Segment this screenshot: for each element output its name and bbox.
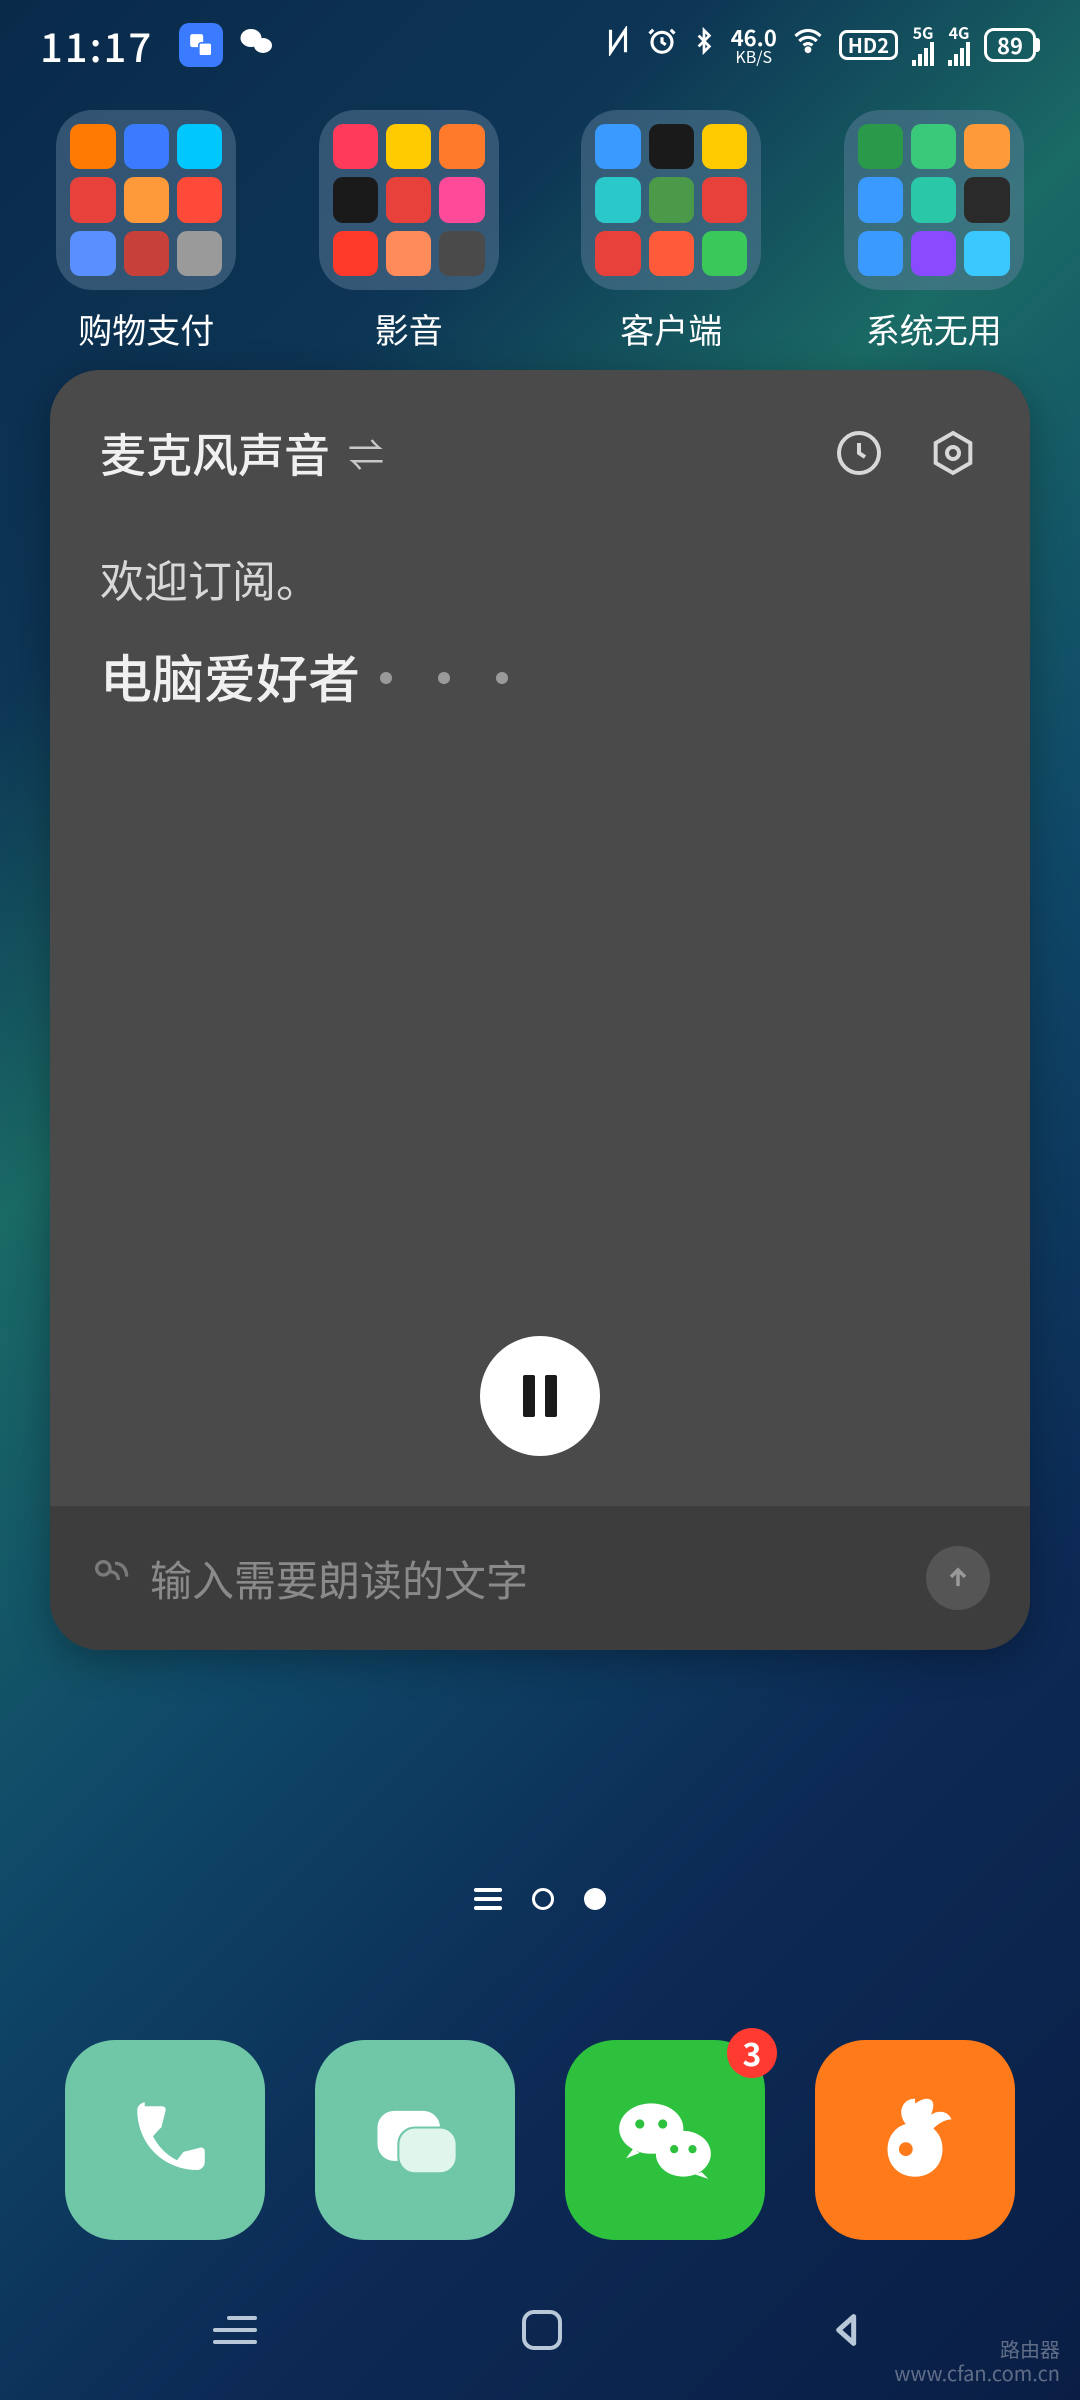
battery-indicator: 89 bbox=[984, 28, 1040, 62]
alarm-icon bbox=[647, 25, 677, 65]
tts-text-line-1: 欢迎订阅。 bbox=[100, 546, 980, 610]
signal-4g: 4G bbox=[948, 24, 970, 66]
dock-phone[interactable] bbox=[65, 2040, 265, 2240]
folder-clients[interactable]: 客户端 bbox=[551, 110, 791, 353]
folder-system[interactable]: 系统无用 bbox=[814, 110, 1054, 353]
voice-input-icon[interactable] bbox=[90, 1549, 130, 1607]
network-speed: 46.0 KB/S bbox=[731, 26, 777, 64]
tts-header: 麦克风声音 ⇌ bbox=[50, 370, 1030, 516]
tts-title[interactable]: 麦克风声音 bbox=[100, 420, 330, 486]
dock-wechat[interactable]: 3 bbox=[565, 2040, 765, 2240]
wechat-notif-icon bbox=[239, 23, 275, 68]
translate-icon bbox=[179, 23, 223, 67]
pause-icon bbox=[523, 1375, 557, 1417]
wifi-icon bbox=[791, 25, 825, 65]
tts-input-bar: 输入需要朗读的文字 bbox=[50, 1506, 1030, 1650]
status-bar-right: 46.0 KB/S HD2 5G 4G 89 bbox=[603, 24, 1040, 66]
pause-button[interactable] bbox=[480, 1336, 600, 1456]
nav-home[interactable] bbox=[522, 2310, 562, 2350]
page-dot-2[interactable] bbox=[584, 1888, 606, 1910]
tts-card: 麦克风声音 ⇌ 欢迎订阅。 电脑爱好者··· 输入需要朗读的文字 bbox=[50, 370, 1030, 1650]
status-bar-left: 11:17 bbox=[40, 16, 275, 74]
status-bar: 11:17 46.0 KB/S HD2 5G 4G 89 bbox=[0, 0, 1080, 90]
watermark: 路由器 www.cfan.com.cn bbox=[894, 2337, 1060, 2385]
folder-media[interactable]: 影音 bbox=[289, 110, 529, 353]
send-button[interactable] bbox=[926, 1546, 990, 1610]
folder-row-1: 购物支付 影音 客户端 系统无用 bbox=[0, 90, 1080, 353]
page-indicator[interactable] bbox=[0, 1888, 1080, 1910]
folder-shopping[interactable]: 购物支付 bbox=[26, 110, 266, 353]
bluetooth-icon bbox=[691, 25, 717, 65]
signal-5g: 5G bbox=[912, 24, 934, 66]
page-dot-1[interactable] bbox=[532, 1888, 554, 1910]
nav-back[interactable] bbox=[827, 2310, 867, 2350]
page-drawer-icon[interactable] bbox=[474, 1888, 502, 1910]
dock-messages[interactable] bbox=[315, 2040, 515, 2240]
nfc-icon bbox=[603, 25, 633, 65]
ellipsis-icon: ··· bbox=[360, 638, 534, 713]
wechat-badge: 3 bbox=[727, 2028, 777, 2078]
history-icon[interactable] bbox=[832, 426, 886, 480]
settings-icon[interactable] bbox=[926, 426, 980, 480]
swap-icon[interactable]: ⇌ bbox=[348, 427, 384, 479]
tts-text-line-2: 电脑爱好者··· bbox=[100, 638, 980, 713]
status-time: 11:17 bbox=[40, 16, 153, 74]
hd-badge: HD2 bbox=[839, 30, 898, 60]
nav-recent[interactable] bbox=[213, 2316, 257, 2344]
tts-body: 欢迎订阅。 电脑爱好者··· bbox=[50, 516, 1030, 1336]
tts-input[interactable]: 输入需要朗读的文字 bbox=[150, 1548, 906, 1609]
dock: 3 bbox=[0, 2040, 1080, 2240]
dock-uc-browser[interactable] bbox=[815, 2040, 1015, 2240]
